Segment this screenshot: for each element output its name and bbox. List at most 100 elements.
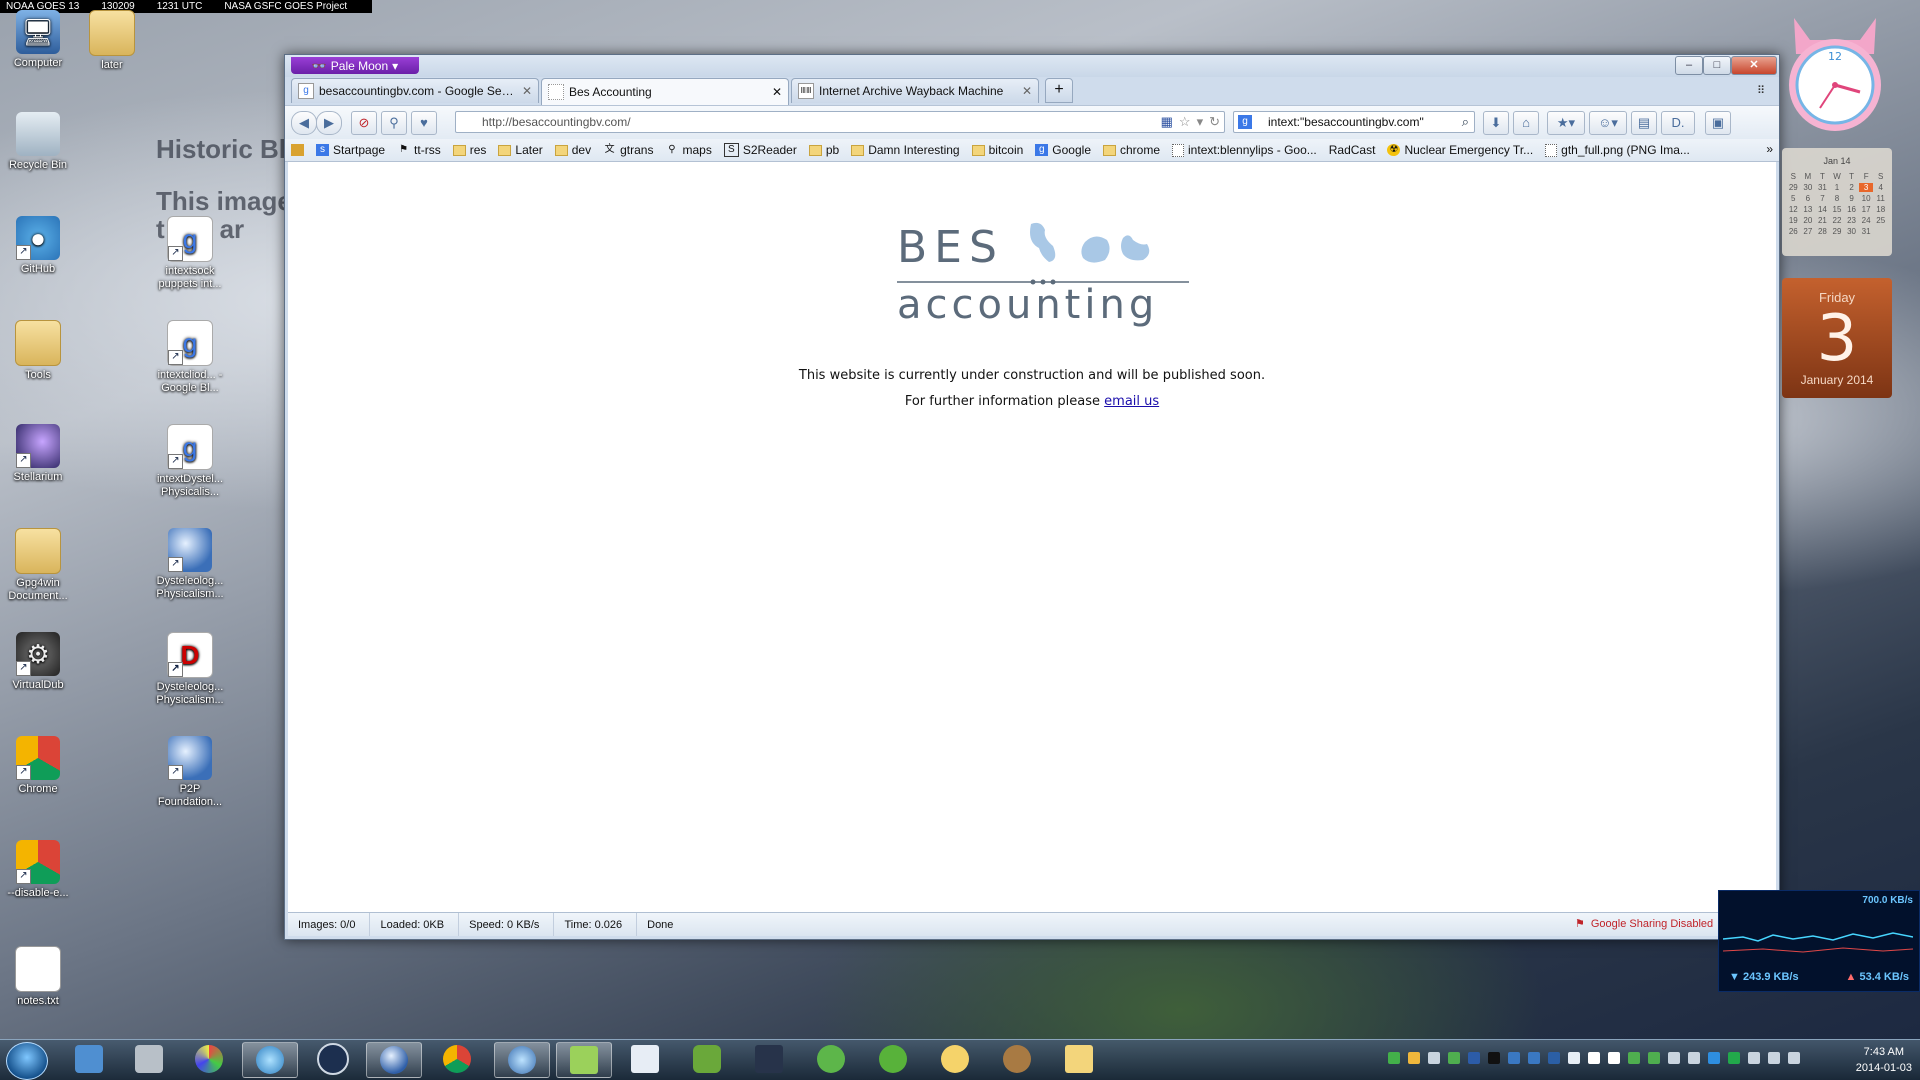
addon-button[interactable]: ☺▾ (1589, 111, 1627, 135)
calendar-day[interactable]: 12 (1786, 205, 1801, 214)
taskbar-pencil-icon[interactable] (618, 1042, 672, 1076)
calendar-day[interactable]: 20 (1801, 216, 1816, 225)
network-signal-icon[interactable] (1788, 1052, 1800, 1064)
tab-google-search[interactable]: g besaccountingbv.com - Google Search ✕ (291, 78, 539, 103)
notification-button[interactable]: ▣ (1705, 111, 1731, 135)
tray-icon[interactable] (1468, 1052, 1480, 1064)
desktop-icon-computer[interactable]: 🖥 Computer (0, 10, 78, 70)
bookmarks-button[interactable]: ★▾ (1547, 111, 1585, 135)
taskbar-folder-icon[interactable] (1052, 1042, 1106, 1076)
extension-button-2[interactable]: ♥ (411, 111, 437, 135)
chevron-down-icon[interactable]: ▾ (1197, 114, 1204, 130)
taskbar-palemoon-icon[interactable] (366, 1042, 422, 1078)
bookmark-folder-damn-interesting[interactable]: Damn Interesting (851, 143, 960, 157)
tray-icon[interactable] (1428, 1052, 1440, 1064)
tray-icon[interactable] (1728, 1052, 1740, 1064)
desktop-icon-github[interactable]: ● ↗ GitHub (0, 216, 78, 276)
calendar-day[interactable]: 25 (1873, 216, 1888, 225)
desktop-icon-dysteleolog-web[interactable]: ↗ Dysteleolog... Physicalism... (150, 528, 230, 601)
taskbar-chrome-icon[interactable] (430, 1042, 484, 1076)
email-us-link[interactable]: email us (1104, 394, 1159, 409)
close-tab-icon[interactable]: ✕ (772, 85, 782, 99)
extension-button[interactable]: ⚲ (381, 111, 407, 135)
forward-button[interactable]: ▶ (316, 111, 342, 135)
tray-icon[interactable] (1708, 1052, 1720, 1064)
bookmarks-overflow-button[interactable]: » (1766, 142, 1773, 156)
tray-icon[interactable] (1568, 1052, 1580, 1064)
taskbar-camera-icon[interactable] (122, 1042, 176, 1076)
date-gadget[interactable]: Friday 3 January 2014 (1782, 278, 1892, 398)
close-tab-icon[interactable]: ✕ (522, 84, 532, 98)
desktop-icon-stellarium[interactable]: ↗ Stellarium (0, 424, 78, 484)
calendar-day[interactable]: 1 (1830, 183, 1845, 192)
desktop-icon-intextdystel[interactable]: g ↗ intextDystel... Physicalis... (150, 424, 230, 499)
tray-icon[interactable] (1388, 1052, 1400, 1064)
desktop-icon-tools[interactable]: Tools (0, 320, 78, 382)
bookmark-startpage[interactable]: s Startpage (316, 143, 385, 157)
desktop-icon-intextcliod[interactable]: g ↗ intextcliod... - Google Bl... (150, 320, 230, 395)
new-tab-button[interactable]: + (1045, 78, 1073, 103)
search-bar[interactable]: g intext:"besaccountingbv.com" ⌕ (1233, 111, 1475, 133)
desktop-icon-chrome[interactable]: ↗ Chrome (0, 736, 78, 796)
calendar-day[interactable]: 29 (1830, 227, 1845, 236)
taskbar-thunderbird-icon[interactable] (494, 1042, 550, 1078)
taskbar-monitor-icon[interactable] (742, 1042, 796, 1076)
tray-icon[interactable] (1508, 1052, 1520, 1064)
calendar-day[interactable]: 31 (1859, 227, 1874, 236)
tray-icon[interactable] (1768, 1052, 1780, 1064)
calendar-day[interactable]: 29 (1786, 183, 1801, 192)
bookmark-tt-rss[interactable]: ⚑ tt-rss (397, 143, 441, 157)
calendar-day[interactable]: 14 (1815, 205, 1830, 214)
tray-icon[interactable] (1528, 1052, 1540, 1064)
close-button[interactable]: ✕ (1731, 56, 1777, 75)
desktop-icon-chrome-disable[interactable]: ↗ --disable-e... (0, 840, 78, 900)
taskbar-utorrent-icon[interactable] (866, 1042, 920, 1076)
calendar-day[interactable]: 21 (1815, 216, 1830, 225)
calendar-day[interactable]: 7 (1815, 194, 1830, 203)
calendar-day[interactable]: 9 (1844, 194, 1859, 203)
disconnect-button[interactable]: D. (1661, 111, 1695, 135)
search-icon[interactable]: ⌕ (1462, 114, 1469, 130)
reload-icon[interactable]: ↻ (1209, 114, 1220, 130)
bookmark-radcast[interactable]: RadCast (1329, 143, 1376, 157)
calendar-day[interactable]: 30 (1844, 227, 1859, 236)
url-bar[interactable]: http://besaccountingbv.com/ ▦ ☆ ▾ ↻ (455, 111, 1225, 133)
minimize-button[interactable]: – (1675, 56, 1703, 75)
calendar-day[interactable]: 18 (1873, 205, 1888, 214)
pale-moon-menu-button[interactable]: 👓 Pale Moon ▾ (291, 57, 419, 74)
bookmark-folder-bitcoin[interactable]: bitcoin (971, 143, 1023, 157)
calendar-day[interactable]: 6 (1801, 194, 1816, 203)
tray-icon[interactable] (1488, 1052, 1500, 1064)
taskbar-paint-icon[interactable] (182, 1042, 236, 1076)
tray-icon[interactable] (1448, 1052, 1460, 1064)
bookmark-intext-blennylips[interactable]: intext:blennylips - Goo... (1172, 143, 1317, 157)
bookmark-folder-dev[interactable]: dev (554, 143, 591, 157)
bookmark-gtrans[interactable]: 文 gtrans (603, 143, 654, 157)
calendar-day[interactable]: 13 (1801, 205, 1816, 214)
star-icon[interactable]: ☆ (1179, 114, 1191, 130)
calendar-day[interactable]: 28 (1815, 227, 1830, 236)
bookmark-nuclear-emergency[interactable]: ☢ Nuclear Emergency Tr... (1387, 143, 1533, 157)
taskbar-search-icon[interactable] (928, 1042, 982, 1076)
taskbar-network-icon[interactable] (242, 1042, 298, 1078)
taskbar-evernote-icon[interactable] (680, 1042, 734, 1076)
calendar-day[interactable]: 31 (1815, 183, 1830, 192)
desktop-icon-gpg4win[interactable]: Gpg4win Document... (0, 528, 78, 603)
calendar-day[interactable]: 30 (1801, 183, 1816, 192)
calendar-day[interactable] (1873, 227, 1888, 236)
calendar-day[interactable]: 19 (1786, 216, 1801, 225)
tab-list-button[interactable]: ⠿ (1757, 84, 1765, 97)
calendar-day[interactable]: 17 (1859, 205, 1874, 214)
taskbar-python-icon[interactable] (804, 1042, 858, 1076)
calendar-day[interactable]: 23 (1844, 216, 1859, 225)
taskbar-gimp-icon[interactable] (990, 1042, 1044, 1076)
desktop-icon-virtualdub[interactable]: ⚙ ↗ VirtualDub (0, 632, 78, 692)
tray-icon[interactable] (1648, 1052, 1660, 1064)
tab-wayback-machine[interactable]: ⅢⅢ Internet Archive Wayback Machine ✕ (791, 78, 1039, 103)
bookmark-s2reader[interactable]: S S2Reader (723, 143, 797, 157)
bookmark-folder-chrome[interactable]: chrome (1103, 143, 1160, 157)
calendar-day[interactable]: 8 (1830, 194, 1845, 203)
home-button[interactable]: ⌂ (1513, 111, 1539, 135)
google-search-engine-icon[interactable]: g (1238, 115, 1252, 129)
bookmark-maps[interactable]: ⚲ maps (665, 143, 712, 157)
